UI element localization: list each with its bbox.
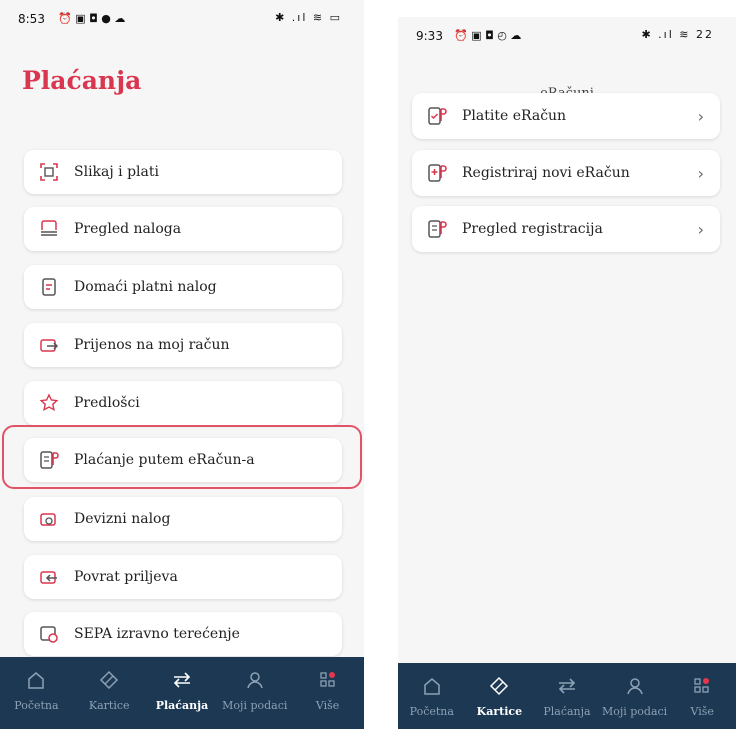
user-icon: [245, 669, 265, 691]
menu-item-prijenos-na-moj-racun[interactable]: Prijenos na moj račun: [24, 323, 342, 367]
tab-pocetna[interactable]: Početna: [0, 657, 73, 729]
tab-placanja[interactable]: Plaćanja: [146, 657, 219, 729]
tab-moji-podaci[interactable]: Moji podaci: [218, 657, 291, 729]
menu-item-slikaj-i-plati[interactable]: Slikaj i plati: [24, 150, 342, 194]
tab-label: Kartice: [88, 699, 130, 712]
document-tray-icon: [38, 218, 60, 240]
status-icons: ⏰ ▣ ◘ ◴ ☁: [454, 29, 522, 42]
status-right-icons: ✱ .ıl ≋ 22: [641, 28, 714, 41]
star-icon: [38, 392, 60, 414]
card-icon: [99, 669, 119, 691]
status-right-icons: ✱ .ıl ≋ ▭: [275, 11, 342, 24]
menu-item-label: Predlošci: [74, 395, 140, 411]
tab-label: Početna: [14, 699, 59, 712]
add-invoice-icon: [426, 162, 448, 184]
menu-item-label: SEPA izravno terećenje: [74, 626, 240, 642]
menu-item-label: Registriraj novi eRačun: [462, 165, 630, 181]
page-title: Plaćanja: [22, 66, 142, 95]
qr-scan-icon: [38, 161, 60, 183]
menu-item-label: Slikaj i plati: [74, 164, 159, 180]
right-screen: 9:33 ⏰ ▣ ◘ ◴ ☁ ✱ .ıl ≋ 22 eRačuni Platit…: [398, 17, 736, 729]
menu-item-label: Domaći platni nalog: [74, 279, 217, 295]
chevron-right-icon: ›: [697, 219, 704, 239]
menu-item-devizni-nalog[interactable]: Devizni nalog: [24, 497, 342, 541]
menu-item-predlosci[interactable]: Predlošci: [24, 381, 342, 425]
menu-item-registriraj-novi-eracun[interactable]: Registriraj novi eRačun ›: [412, 150, 720, 196]
menu-item-label: Povrat priljeva: [74, 569, 178, 585]
tab-label: Kartice: [476, 705, 523, 718]
tab-label: Početna: [409, 705, 454, 718]
chevron-right-icon: ›: [697, 163, 704, 183]
status-bar: 9:33 ⏰ ▣ ◘ ◴ ☁ ✱ .ıl ≋ 22: [398, 17, 736, 51]
transfer-icon: [556, 675, 578, 697]
chevron-right-icon: ›: [697, 106, 704, 126]
tab-label: Moji podaci: [601, 705, 668, 718]
tab-label: Više: [315, 699, 340, 712]
tab-label: Plaćanja: [155, 699, 209, 712]
transfer-icon: [171, 669, 193, 691]
bottom-tab-bar: Početna Kartice Plaćanja Moji podaci Viš…: [398, 663, 736, 729]
status-icons: ⏰ ▣ ◘ ● ☁: [58, 12, 126, 25]
document-icon: [38, 276, 60, 298]
status-bar: 8:53 ⏰ ▣ ◘ ● ☁ ✱ .ıl ≋ ▭: [0, 0, 364, 34]
left-screen: 8:53 ⏰ ▣ ◘ ● ☁ ✱ .ıl ≋ ▭ Plaćanja Slikaj…: [0, 0, 364, 729]
tab-placanja[interactable]: Plaćanja: [533, 663, 601, 729]
tab-vise[interactable]: Više: [291, 657, 364, 729]
wallet-foreign-icon: [38, 508, 60, 530]
tab-label: Plaćanja: [543, 705, 591, 718]
tab-label: Moji podaci: [222, 699, 288, 712]
pay-invoice-icon: [426, 105, 448, 127]
status-time: 9:33: [416, 29, 443, 43]
menu-item-label: Pregled naloga: [74, 221, 182, 237]
menu-item-label: Prijenos na moj račun: [74, 337, 230, 353]
highlight-outline: [2, 425, 362, 489]
bottom-tab-bar: Početna Kartice Plaćanja Moji podaci Viš…: [0, 657, 364, 729]
grid-icon: [692, 675, 712, 697]
wallet-transfer-icon: [38, 334, 60, 356]
tab-pocetna[interactable]: Početna: [398, 663, 466, 729]
menu-item-label: Devizni nalog: [74, 511, 171, 527]
list-invoice-icon: [426, 218, 448, 240]
tab-kartice[interactable]: Kartice: [73, 657, 146, 729]
wallet-return-icon: [38, 566, 60, 588]
menu-item-domaci-platni-nalog[interactable]: Domaći platni nalog: [24, 265, 342, 309]
menu-item-pregled-naloga[interactable]: Pregled naloga: [24, 207, 342, 251]
sepa-icon: [38, 623, 60, 645]
user-icon: [625, 675, 645, 697]
home-icon: [26, 669, 46, 691]
menu-item-label: Pregled registracija: [462, 221, 603, 237]
tab-moji-podaci[interactable]: Moji podaci: [601, 663, 669, 729]
menu-item-povrat-priljeva[interactable]: Povrat priljeva: [24, 555, 342, 599]
menu-item-sepa-izravno-terecenje[interactable]: SEPA izravno terećenje: [24, 612, 342, 656]
menu-item-platite-eracun[interactable]: Platite eRačun ›: [412, 93, 720, 139]
tab-kartice[interactable]: Kartice: [466, 663, 534, 729]
tab-label: Više: [690, 705, 714, 718]
menu-item-pregled-registracija[interactable]: Pregled registracija ›: [412, 206, 720, 252]
menu-item-label: Platite eRačun: [462, 108, 567, 124]
status-time: 8:53: [18, 12, 45, 26]
tab-vise[interactable]: Više: [668, 663, 736, 729]
home-icon: [422, 675, 442, 697]
card-icon: [489, 675, 509, 697]
grid-icon: [318, 669, 338, 691]
